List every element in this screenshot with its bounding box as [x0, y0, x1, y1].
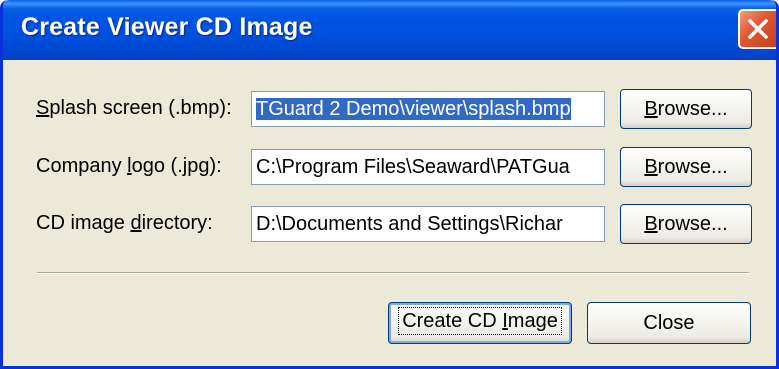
dialog-window: Create Viewer CD Image Splash screen (.b…: [0, 0, 779, 369]
close-button[interactable]: Close: [587, 302, 751, 344]
cd-image-directory-value: D:\Documents and Settings\Richar: [256, 213, 563, 235]
window-title: Create Viewer CD Image: [21, 13, 313, 41]
close-x-icon: [748, 19, 768, 39]
splash-screen-label: Splash screen (.bmp):: [36, 97, 232, 119]
cd-image-directory-input[interactable]: D:\Documents and Settings\Richar: [251, 206, 605, 242]
separator-line: [37, 272, 749, 274]
create-cd-image-button[interactable]: Create CD Image: [388, 302, 572, 344]
browse-directory-button[interactable]: Browse...: [620, 204, 752, 244]
close-window-button[interactable]: [738, 9, 776, 49]
dialog-body: Splash screen (.bmp): TGuard 2 Demo\view…: [3, 60, 776, 366]
company-logo-label: Company logo (.jpg):: [36, 155, 222, 177]
company-logo-input[interactable]: C:\Program Files\Seaward\PATGua: [251, 149, 605, 185]
splash-screen-value: TGuard 2 Demo\viewer\splash.bmp: [256, 98, 571, 120]
browse-splash-button[interactable]: Browse...: [620, 89, 752, 129]
splash-screen-input[interactable]: TGuard 2 Demo\viewer\splash.bmp: [251, 91, 605, 127]
focus-ring: Create CD Image: [398, 307, 562, 335]
company-logo-value: C:\Program Files\Seaward\PATGua: [256, 156, 570, 178]
browse-logo-button[interactable]: Browse...: [620, 147, 752, 187]
cd-image-directory-label: CD image directory:: [36, 212, 213, 234]
title-bar[interactable]: Create Viewer CD Image: [3, 0, 776, 60]
